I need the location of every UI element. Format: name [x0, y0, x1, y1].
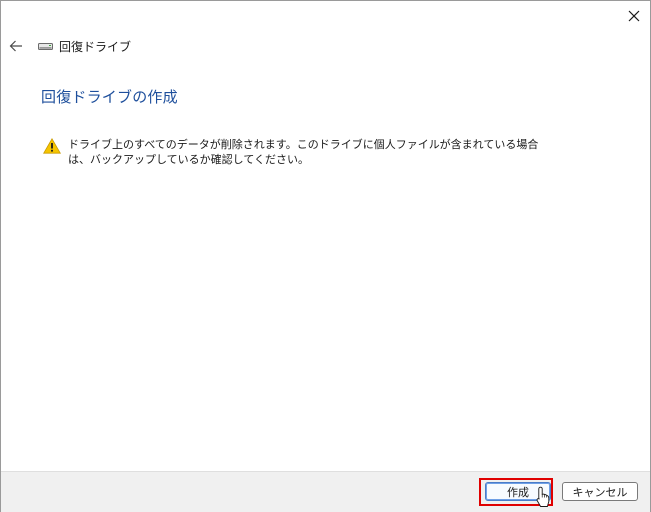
recovery-drive-window: 回復ドライブ 回復ドライブの作成 ドライブ上のすべてのデータが削除されます。この… — [0, 0, 651, 512]
warning-message: ドライブ上のすべてのデータが削除されます。このドライブに個人ファイルが含まれてい… — [43, 137, 573, 167]
nav-title-text: 回復ドライブ — [59, 39, 132, 54]
cancel-button[interactable]: キャンセル — [562, 482, 638, 501]
drive-icon — [38, 43, 53, 50]
page-title: 回復ドライブの作成 — [41, 88, 178, 106]
close-icon — [628, 10, 640, 22]
nav-breadcrumb: 回復ドライブ — [38, 37, 131, 55]
warning-icon — [43, 138, 61, 154]
back-arrow-icon — [9, 40, 22, 52]
create-button[interactable]: 作成 — [485, 482, 551, 501]
warning-text: ドライブ上のすべてのデータが削除されます。このドライブに個人ファイルが含まれてい… — [68, 138, 539, 166]
back-button[interactable] — [4, 33, 28, 59]
close-button[interactable] — [616, 1, 651, 31]
